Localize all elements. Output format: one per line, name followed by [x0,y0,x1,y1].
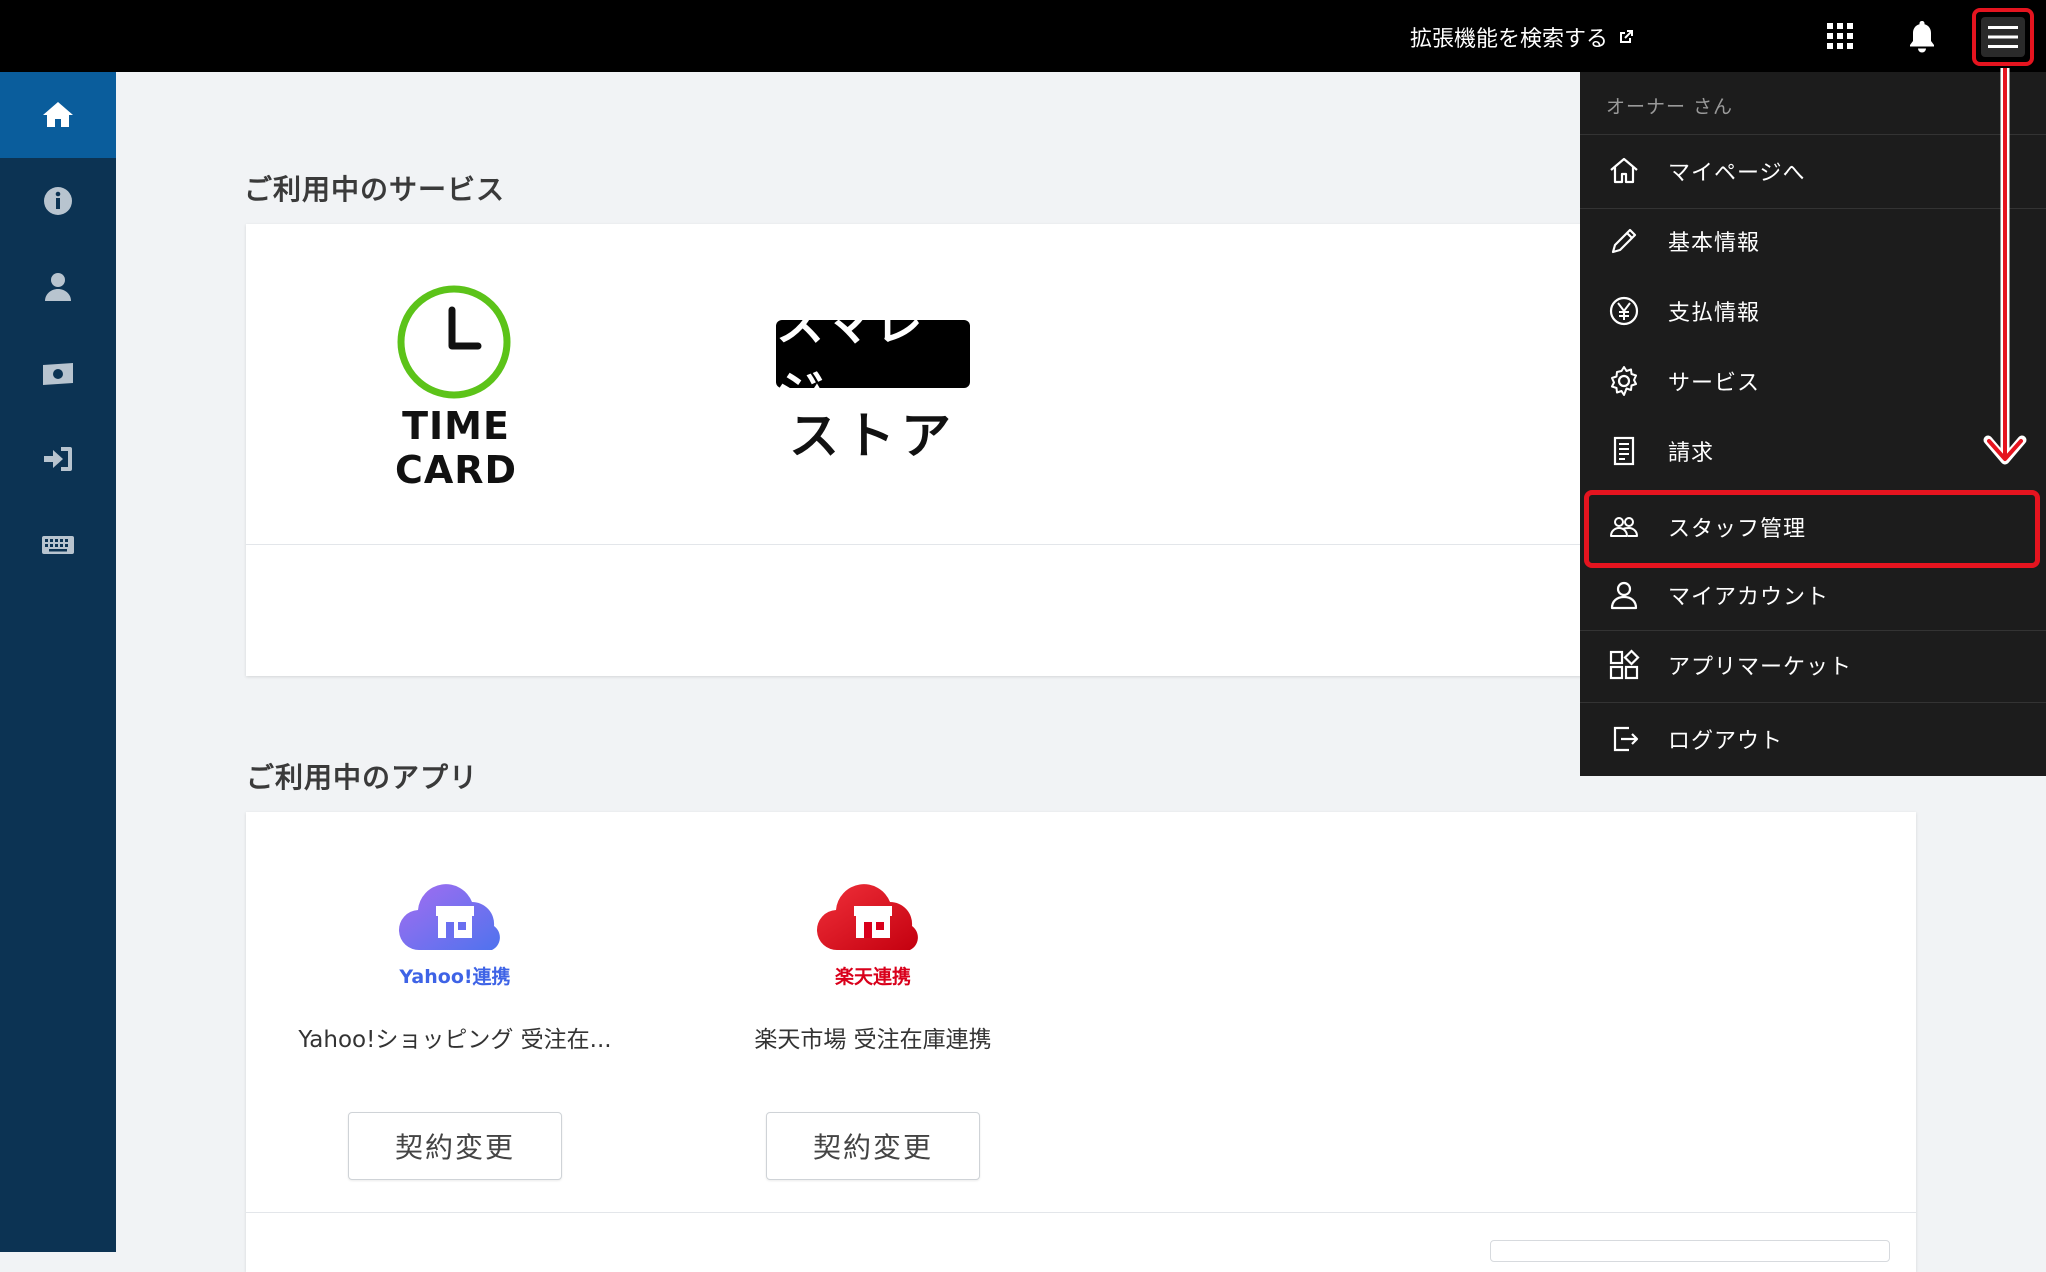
sidebar-item-info[interactable] [0,158,116,244]
account-dropdown-menu: オーナー さん マイページへ 基本情報 支払情報 サービス 請求 スタッフ管理 … [1580,72,2046,776]
left-sidebar [0,72,116,1252]
timecard-label: TIME CARD [394,404,518,492]
hamburger-menu-button[interactable] [1972,8,2034,66]
menu-separator [1580,702,2046,703]
cloud-store-icon [816,884,918,951]
apps-card-divider [246,1212,1916,1213]
menu-item-payment-info[interactable]: 支払情報 [1580,276,2046,346]
info-icon [44,187,72,215]
bell-icon [1910,21,1934,53]
sidebar-item-keyboard[interactable] [0,502,116,588]
yen-icon [1606,293,1642,329]
owner-name: オーナー さん [1606,96,1734,118]
hamburger-menu-icon [1981,17,2025,57]
menu-item-logout[interactable]: ログアウト [1580,704,2046,774]
person-outline-icon [1606,577,1642,613]
external-link-icon [1620,30,1633,43]
apps-grid-button[interactable] [1820,16,1860,56]
menu-item-basic-info[interactable]: 基本情報 [1580,206,2046,276]
pencil-icon [1606,223,1642,259]
extension-search-link[interactable]: 拡張機能を検索する [1410,20,1634,54]
top-bar: 拡張機能を検索する [0,0,2046,72]
cloud-store-icon [398,884,500,951]
menu-item-my-account[interactable]: マイアカウント [1580,560,2046,630]
sidebar-item-sign-in[interactable] [0,416,116,502]
home-outline-icon [1606,153,1642,189]
menu-item-mypage[interactable]: マイページへ [1580,136,2046,206]
notification-button[interactable] [1902,14,1942,58]
apps-grid-icon [1827,23,1853,49]
menu-item-app-market[interactable]: アプリマーケット [1580,630,2046,700]
smaregi-logo-top: スマレジ [776,296,970,422]
rakuten-contract-change-button[interactable]: 契約変更 [766,1112,980,1180]
services-section-title: ご利用中のサービス [244,173,506,206]
annotation-arrow-icon [1983,68,2027,465]
services-card-divider [246,544,1582,545]
yahoo-contract-change-button[interactable]: 契約変更 [348,1112,562,1180]
menu-item-service[interactable]: サービス [1580,346,2046,416]
sidebar-item-money[interactable] [0,330,116,416]
logout-icon [1606,721,1642,757]
keyboard-icon [42,536,74,554]
sidebar-item-home[interactable] [0,72,116,158]
yahoo-app-logo-label: Yahoo!連携 [399,966,511,988]
rakuten-app-logo-label: 楽天連携 [834,966,911,988]
app-market-icon [1606,647,1642,683]
yahoo-app-name: Yahoo!ショッピング 受注在... [298,1027,612,1053]
menu-item-billing[interactable]: 請求 [1580,416,2046,486]
extension-search-label: 拡張機能を検索する [1409,27,1608,52]
home-icon [43,102,73,127]
clock-icon [397,285,511,399]
menu-separator [1580,134,2046,135]
sign-in-icon [44,447,72,471]
smaregi-logo-bottom: ストア [789,407,957,465]
apps-section-title: ご利用中のアプリ [246,761,479,794]
partial-button [1490,1240,1890,1262]
user-icon [45,273,71,301]
money-icon [43,363,73,385]
staff-management-highlight [1584,490,2040,568]
rakuten-app-name: 楽天市場 受注在庫連携 [754,1027,992,1053]
gear-icon [1606,363,1642,399]
document-icon [1606,433,1642,469]
sidebar-item-user[interactable] [0,244,116,330]
